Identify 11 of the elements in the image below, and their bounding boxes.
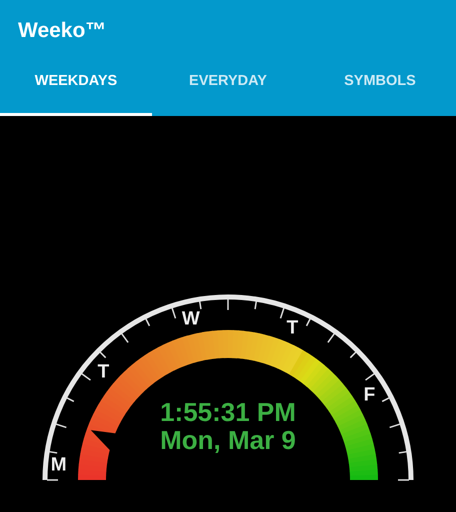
day-label: M	[50, 454, 67, 476]
tab[interactable]: EVERYDAY	[152, 46, 304, 116]
day-label: T	[286, 318, 298, 339]
day-label: W	[182, 308, 200, 330]
tab[interactable]: SYMBOLS	[304, 46, 456, 116]
date-text: Mon, Mar 9	[160, 425, 296, 455]
day-label: F	[364, 384, 376, 406]
app-title: Weeko™	[17, 18, 106, 44]
tab[interactable]: WEEKDAYS	[0, 46, 152, 116]
day-label: T	[98, 361, 110, 382]
time-text: 1:55:31 PM	[160, 397, 296, 427]
